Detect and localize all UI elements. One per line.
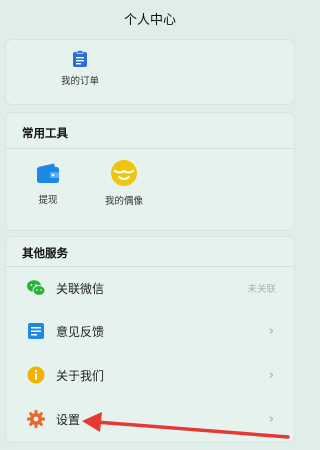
my-orders-label: 我的订单 [60,76,99,87]
link-wechat-row[interactable]: 关联微信 未关联 [6,268,294,308]
feedback-label: 意见反馈 [56,324,105,339]
tools-section-title: 常用工具 [22,126,68,140]
my-orders-button[interactable]: 我的订单 [48,50,112,87]
chevron-right-icon: › [268,323,274,339]
page-title: 个人中心 [123,12,176,28]
settings-label: 设置 [56,412,81,427]
header: 个人中心 [0,0,300,36]
wechat-icon [27,280,46,296]
wallet-icon [37,163,59,183]
withdraw-label: 提现 [38,195,58,206]
tools-card: 常用工具 提现 我的偶像 [6,113,294,230]
divider [6,266,294,267]
orders-card: 我的订单 [6,40,294,104]
services-section-title: 其他服务 [22,246,68,260]
wechat-status: 未关联 [247,284,276,295]
chevron-right-icon: › [268,367,274,383]
feedback-icon [28,323,44,339]
idol-icon [111,160,137,186]
gear-icon [27,410,45,428]
settings-row[interactable]: 设置 › [6,399,294,439]
withdraw-button[interactable]: 提现 [28,162,68,206]
divider [6,148,294,149]
about-us-label: 关于我们 [56,368,105,383]
services-card: 其他服务 关联微信 未关联 意见反馈 › 关于我们 › 设置 › [6,237,294,442]
orders-icon [73,50,87,67]
feedback-row[interactable]: 意见反馈 › [6,311,294,351]
my-idol-label: 我的偶像 [104,196,143,207]
chevron-right-icon: › [268,411,274,427]
my-idol-button[interactable]: 我的偶像 [94,159,154,207]
link-wechat-label: 关联微信 [56,281,105,296]
about-us-row[interactable]: 关于我们 › [6,355,294,395]
info-icon [27,366,45,384]
